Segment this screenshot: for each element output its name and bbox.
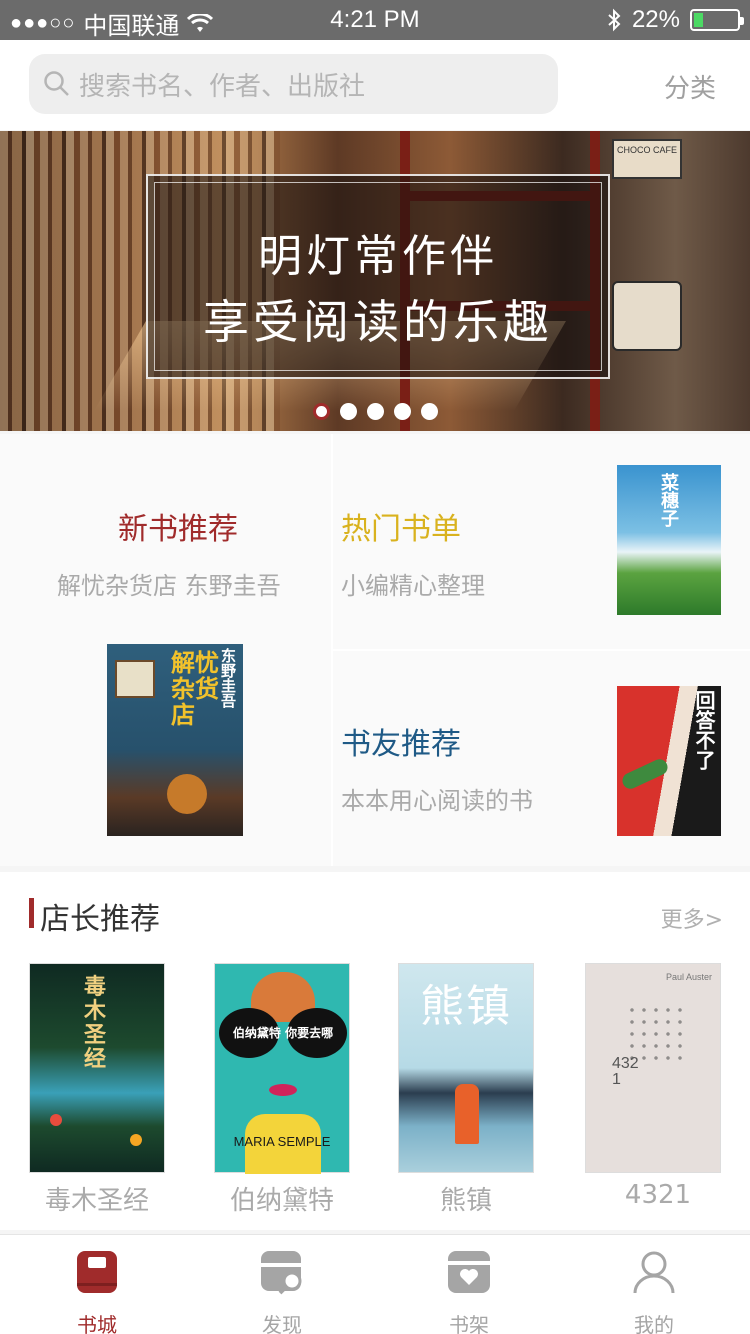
tab-discover-label: 发现 xyxy=(262,1313,302,1334)
book-cover-4-author: Paul Auster xyxy=(665,972,712,982)
book-cover-1[interactable]: 毒木圣经 xyxy=(29,963,165,1173)
tab-bookshelf-label: 书架 xyxy=(449,1313,489,1334)
tab-profile[interactable]: 我的 xyxy=(604,1249,704,1334)
bookstore-home: ●●●○○ 中国联通 4:21 PM 22% 搜索书名、作者、出版社 分类 CH… xyxy=(0,0,750,1334)
discover-icon xyxy=(259,1249,305,1295)
new-books-cover-frame xyxy=(115,660,155,698)
hot-lists-cover: 菜穗子 xyxy=(617,465,721,615)
banner-dot[interactable] xyxy=(421,403,438,420)
new-books-title: 新书推荐 xyxy=(118,512,238,547)
bottom-tab-bar: 书城 发现 书架 我的 xyxy=(0,1234,750,1334)
tab-bookstore-label: 书城 xyxy=(77,1313,117,1334)
battery-level xyxy=(694,13,703,27)
shop-picks-section: 店长推荐 更多> 毒木圣经 毒木圣经 伯纳黛特 你要去哪 MARIA SEMPL… xyxy=(0,872,750,1230)
book-cover-3-figure xyxy=(455,1084,479,1144)
book-cover-3-title: 熊镇 xyxy=(420,981,512,1032)
hot-lists-cover-title: 菜穗子 xyxy=(658,473,679,527)
hot-lists-card[interactable]: 热门书单 小编精心整理 菜穗子 xyxy=(333,434,750,649)
section-accent-bar xyxy=(29,898,34,928)
banner-pagination xyxy=(313,403,438,420)
friends-picks-cover-bottle xyxy=(619,756,671,792)
tab-bookstore[interactable]: 书城 xyxy=(47,1249,147,1334)
status-bar: ●●●○○ 中国联通 4:21 PM 22% xyxy=(0,0,750,40)
friends-picks-card[interactable]: 书友推荐 本本用心阅读的书 回答不了 xyxy=(333,651,750,866)
book-name-2: 伯纳黛特 xyxy=(229,1186,334,1216)
friends-picks-cover-title: 回答不了 xyxy=(692,690,716,770)
book-cover-1-title: 毒木圣经 xyxy=(84,975,107,1072)
bookshelf-icon xyxy=(446,1249,492,1295)
banner-dot[interactable] xyxy=(394,403,411,420)
category-button[interactable]: 分类 xyxy=(664,68,716,105)
battery-percent: 22% xyxy=(631,6,680,33)
book-cover-4-dots xyxy=(626,1004,686,1064)
book-cover-4[interactable]: Paul Auster 4321 xyxy=(585,963,721,1173)
status-right: 22% xyxy=(606,6,744,34)
new-books-card[interactable]: 新书推荐 解忧杂货店 东野圭吾 东野圭吾 解忧杂货店 xyxy=(0,434,331,866)
banner-slogan-line1: 明灯常作伴 xyxy=(258,231,498,282)
bluetooth-icon xyxy=(608,8,621,32)
new-books-cover: 东野圭吾 解忧杂货店 xyxy=(107,644,243,836)
banner-dot[interactable] xyxy=(367,403,384,420)
book-cover-2-title: 伯纳黛特 你要去哪 xyxy=(232,1026,334,1040)
banner-dot[interactable] xyxy=(340,403,357,420)
search-header: 搜索书名、作者、出版社 分类 xyxy=(0,40,750,130)
promo-banner[interactable]: CHOCO CAFE 明灯常作伴 享受阅读的乐趣 xyxy=(0,131,750,431)
search-placeholder: 搜索书名、作者、出版社 xyxy=(79,71,366,102)
tab-profile-label: 我的 xyxy=(634,1313,674,1334)
search-input[interactable]: 搜索书名、作者、出版社 xyxy=(29,54,558,114)
book-cover-2-lips xyxy=(269,1084,297,1096)
new-books-subtitle: 解忧杂货店 东野圭吾 xyxy=(57,572,281,600)
new-books-cover-gramophone xyxy=(167,774,207,814)
book-cover-1-flower xyxy=(130,1134,142,1146)
hot-lists-subtitle: 小编精心整理 xyxy=(341,572,485,600)
bookstore-icon xyxy=(74,1249,120,1295)
banner-cafe-sign: CHOCO CAFE xyxy=(612,139,682,179)
book-cover-2[interactable]: 伯纳黛特 你要去哪 MARIA SEMPLE xyxy=(214,963,350,1174)
banner-bear-box xyxy=(612,281,682,351)
tab-bookshelf[interactable]: 书架 xyxy=(419,1249,519,1334)
tab-discover[interactable]: 发现 xyxy=(232,1249,332,1334)
book-name-1: 毒木圣经 xyxy=(44,1186,149,1216)
profile-icon xyxy=(631,1249,677,1295)
book-cover-2-author: MARIA SEMPLE xyxy=(233,1134,331,1149)
new-books-cover-title: 解忧杂货店 xyxy=(171,649,219,729)
book-cover-3[interactable]: 熊镇 xyxy=(398,963,534,1173)
book-name-3: 熊镇 xyxy=(439,1186,492,1216)
shop-picks-title: 店长推荐 xyxy=(40,902,160,937)
new-books-cover-author: 东野圭吾 xyxy=(219,648,237,708)
book-cover-1-flower xyxy=(50,1114,62,1126)
friends-picks-cover: 回答不了 xyxy=(617,686,721,836)
more-link[interactable]: 更多> xyxy=(661,902,723,934)
recommend-grid: 新书推荐 解忧杂货店 东野圭吾 东野圭吾 解忧杂货店 热门书单 小编精心整理 菜… xyxy=(0,434,750,866)
friends-picks-subtitle: 本本用心阅读的书 xyxy=(341,787,533,815)
banner-slogan-line2: 享受阅读的乐趣 xyxy=(203,295,553,349)
banner-dot[interactable] xyxy=(313,403,330,420)
battery-icon xyxy=(690,9,744,31)
hot-lists-title: 热门书单 xyxy=(341,512,461,547)
search-icon xyxy=(44,71,69,96)
friends-picks-title: 书友推荐 xyxy=(341,727,461,762)
book-name-4: 4321 xyxy=(624,1180,692,1210)
banner-slogan-frame: 明灯常作伴 享受阅读的乐趣 xyxy=(146,174,610,379)
